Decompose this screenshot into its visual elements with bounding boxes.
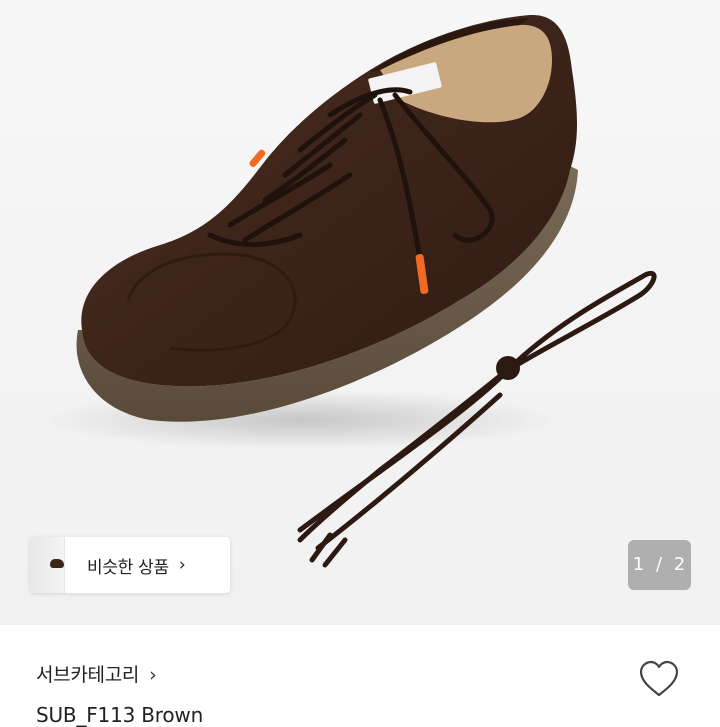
chevron-right-icon: › [149,664,157,686]
subcategory-label: 서브카테고리 [36,664,140,686]
lace-knot [496,356,520,380]
heart-outline-icon [639,660,679,697]
product-image[interactable]: 비슷한 상품 › 1 / 2 [0,0,720,625]
similar-products-label: 비슷한 상품 [87,557,169,578]
page-separator: / [655,554,664,575]
similar-product-thumbnail [30,537,65,593]
similar-products-button[interactable]: 비슷한 상품 › [30,537,230,593]
product-title: SUB_F113 Brown [36,703,204,727]
shoe-illustration [40,14,657,568]
page-total: 2 [673,554,687,575]
image-page-counter: 1 / 2 [628,540,691,590]
like-button[interactable] [636,656,682,702]
subcategory-link[interactable]: 서브카테고리 › [36,660,157,687]
chevron-right-icon: › [178,555,186,575]
page-current: 1 [632,554,646,575]
